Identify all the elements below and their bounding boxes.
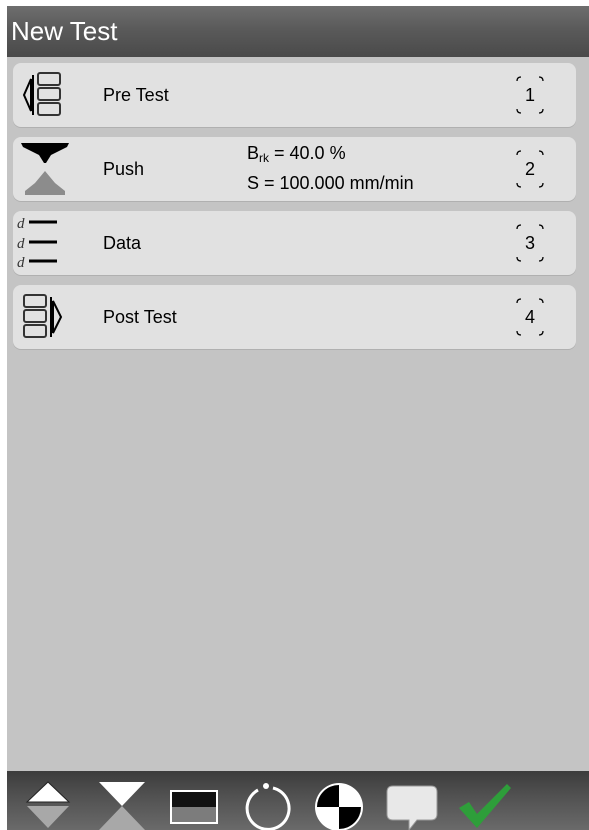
move-up-down-icon[interactable]	[19, 776, 77, 830]
svg-text:d: d	[17, 216, 25, 232]
post-test-icon	[15, 287, 75, 347]
refresh-circle-icon[interactable]	[238, 776, 296, 830]
checkmark-icon[interactable]	[455, 776, 513, 830]
step-push[interactable]: Push Brk = 40.0 % S = 100.000 mm/min 2	[13, 137, 576, 201]
step-post-test[interactable]: Post Test 4	[13, 285, 576, 349]
step-number: 1	[507, 71, 553, 119]
step-number: 2	[507, 145, 553, 193]
step-label: Post Test	[103, 307, 177, 327]
break-threshold-value: Brk = 40.0 %	[247, 143, 346, 165]
data-icon: d d d	[15, 213, 75, 273]
step-label: Push	[103, 159, 145, 179]
pre-test-icon	[15, 65, 75, 125]
step-label: Pre Test	[103, 85, 169, 105]
speed-value: S = 100.000 mm/min	[247, 173, 414, 193]
quadrant-target-icon[interactable]	[310, 776, 368, 830]
hourglass-icon[interactable]	[93, 776, 151, 830]
step-pre-test[interactable]: Pre Test 1	[13, 63, 576, 127]
window-title: New Test	[11, 16, 118, 46]
step-label: Data	[103, 233, 142, 253]
speech-bubble-icon[interactable]	[383, 776, 441, 830]
panel-icon[interactable]	[165, 776, 223, 830]
app-window: New Test Pre Test 1 Push Brk = 40.0 % S …	[7, 6, 589, 830]
step-number: 4	[507, 293, 553, 341]
svg-text:d: d	[17, 255, 25, 271]
svg-text:d: d	[17, 236, 25, 252]
bottom-toolbar	[7, 771, 589, 830]
step-number: 3	[507, 219, 553, 267]
title-bar: New Test	[7, 6, 589, 57]
step-data[interactable]: d d d Data 3	[13, 211, 576, 275]
push-icon	[15, 139, 75, 199]
